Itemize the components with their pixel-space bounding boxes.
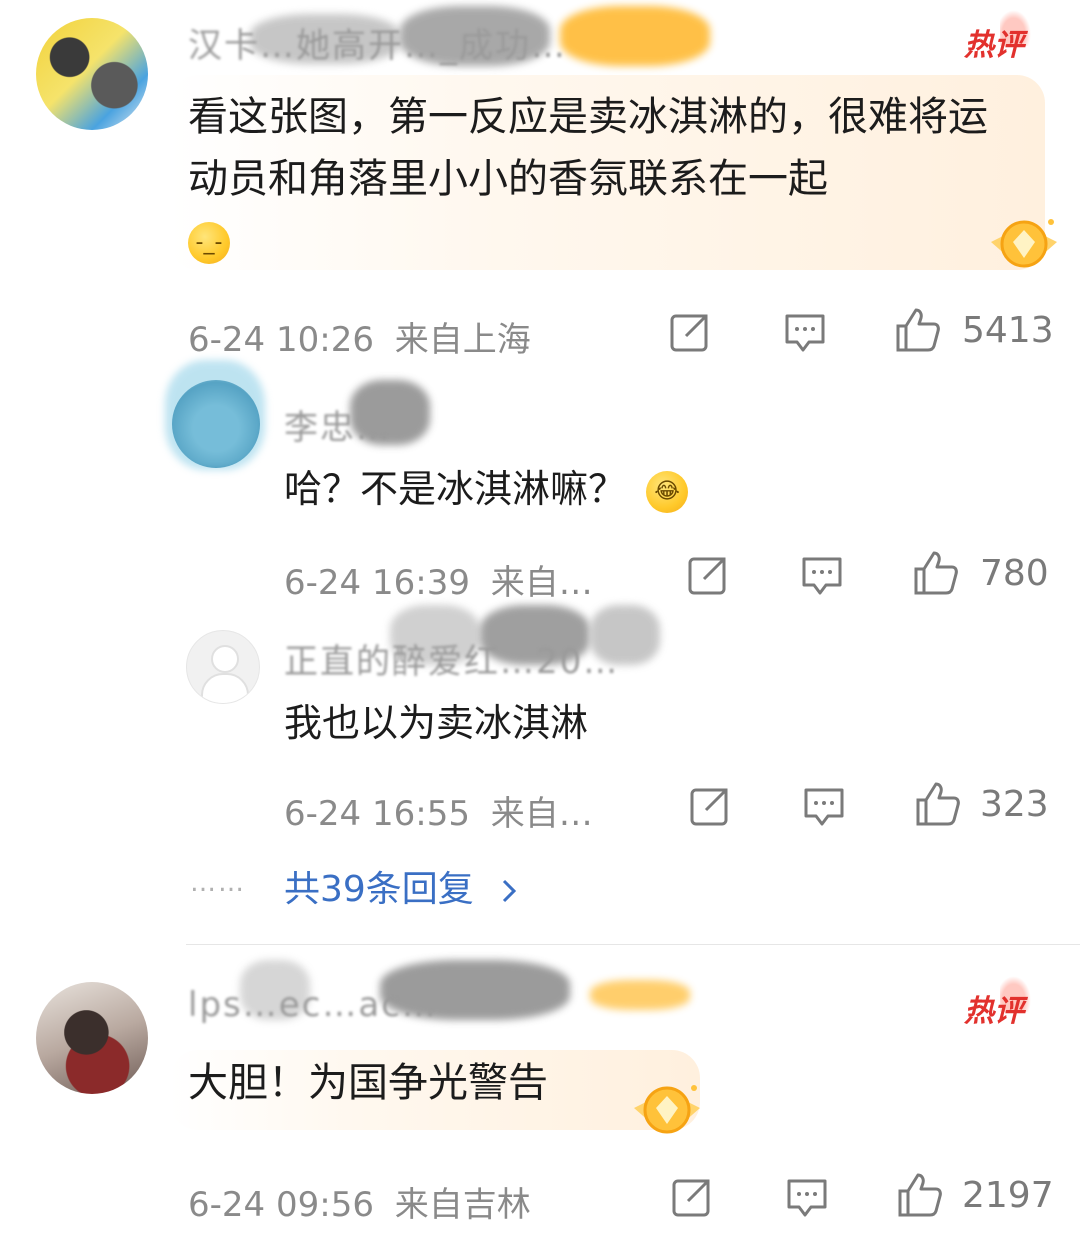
username-redaction — [590, 980, 690, 1010]
reply-meta: 6-24 16:55 来自… — [284, 786, 593, 835]
avatar-redaction — [165, 360, 265, 470]
like-count: 2197 — [962, 1175, 1054, 1216]
default-avatar-head-icon — [211, 645, 239, 673]
speechless-emoji-icon: -_- — [188, 222, 230, 264]
location: 来自吉林 — [394, 1185, 531, 1225]
username[interactable]: 李忠… — [284, 400, 392, 449]
default-avatar-body-icon — [201, 673, 249, 703]
location: 来自上海 — [394, 320, 531, 360]
location: 来自… — [490, 563, 593, 603]
divider — [186, 944, 1080, 945]
hot-comment-badge: 热评 — [964, 6, 1034, 64]
chevron-right-icon — [503, 879, 517, 903]
like-count: 323 — [980, 784, 1049, 825]
more-dots: …… — [190, 868, 246, 898]
comment-meta: 6-24 09:56 来自吉林 — [188, 1177, 531, 1226]
username-redaction — [560, 6, 710, 66]
comment-icon[interactable] — [783, 310, 827, 354]
like-icon[interactable] — [912, 549, 960, 597]
username[interactable]: 汉卡…她高开…_成功… — [188, 18, 567, 67]
comment-text: 看这张图，第一反应是卖冰淇淋的，很难将运动员和角落里小小的香氛联系在一起 -_- — [188, 86, 1018, 272]
hot-comment-badge: 热评 — [964, 972, 1034, 1030]
like-count: 780 — [980, 553, 1049, 594]
like-icon[interactable] — [914, 780, 962, 828]
more-replies-link[interactable]: 共39条回复 — [284, 860, 519, 912]
reply-text: 我也以为卖冰淇淋 — [284, 701, 589, 745]
username[interactable]: 正直的醉爱红…20… — [284, 634, 619, 683]
like-icon[interactable] — [894, 306, 942, 354]
share-icon[interactable] — [670, 1175, 714, 1219]
comment-icon[interactable] — [802, 784, 846, 828]
avatar[interactable] — [36, 18, 148, 130]
username[interactable]: lps…ec…ac… — [188, 985, 438, 1025]
reply-text: 哈？不是冰淇淋嘛？ 😂 — [284, 464, 689, 514]
avatar[interactable] — [186, 630, 260, 704]
location: 来自… — [490, 794, 593, 834]
laugh-cry-emoji-icon: 😂 — [646, 470, 689, 513]
timestamp: 6-24 09:56 — [188, 1185, 374, 1225]
comment-icon[interactable] — [800, 553, 844, 597]
share-icon[interactable] — [688, 784, 732, 828]
comment-text: 大胆！为国争光警告 — [188, 1060, 548, 1106]
share-icon[interactable] — [668, 310, 712, 354]
avatar[interactable] — [36, 982, 148, 1094]
like-count: 5413 — [962, 310, 1054, 351]
reply-meta: 6-24 16:39 来自… — [284, 555, 593, 604]
comment-meta: 6-24 10:26 来自上海 — [188, 312, 531, 361]
share-icon[interactable] — [686, 553, 730, 597]
medal-icon — [991, 219, 1057, 268]
comment-icon[interactable] — [785, 1175, 829, 1219]
like-icon[interactable] — [896, 1171, 944, 1219]
medal-icon — [634, 1085, 700, 1134]
timestamp: 6-24 16:39 — [284, 563, 470, 603]
timestamp: 6-24 16:55 — [284, 794, 470, 834]
timestamp: 6-24 10:26 — [188, 320, 374, 360]
